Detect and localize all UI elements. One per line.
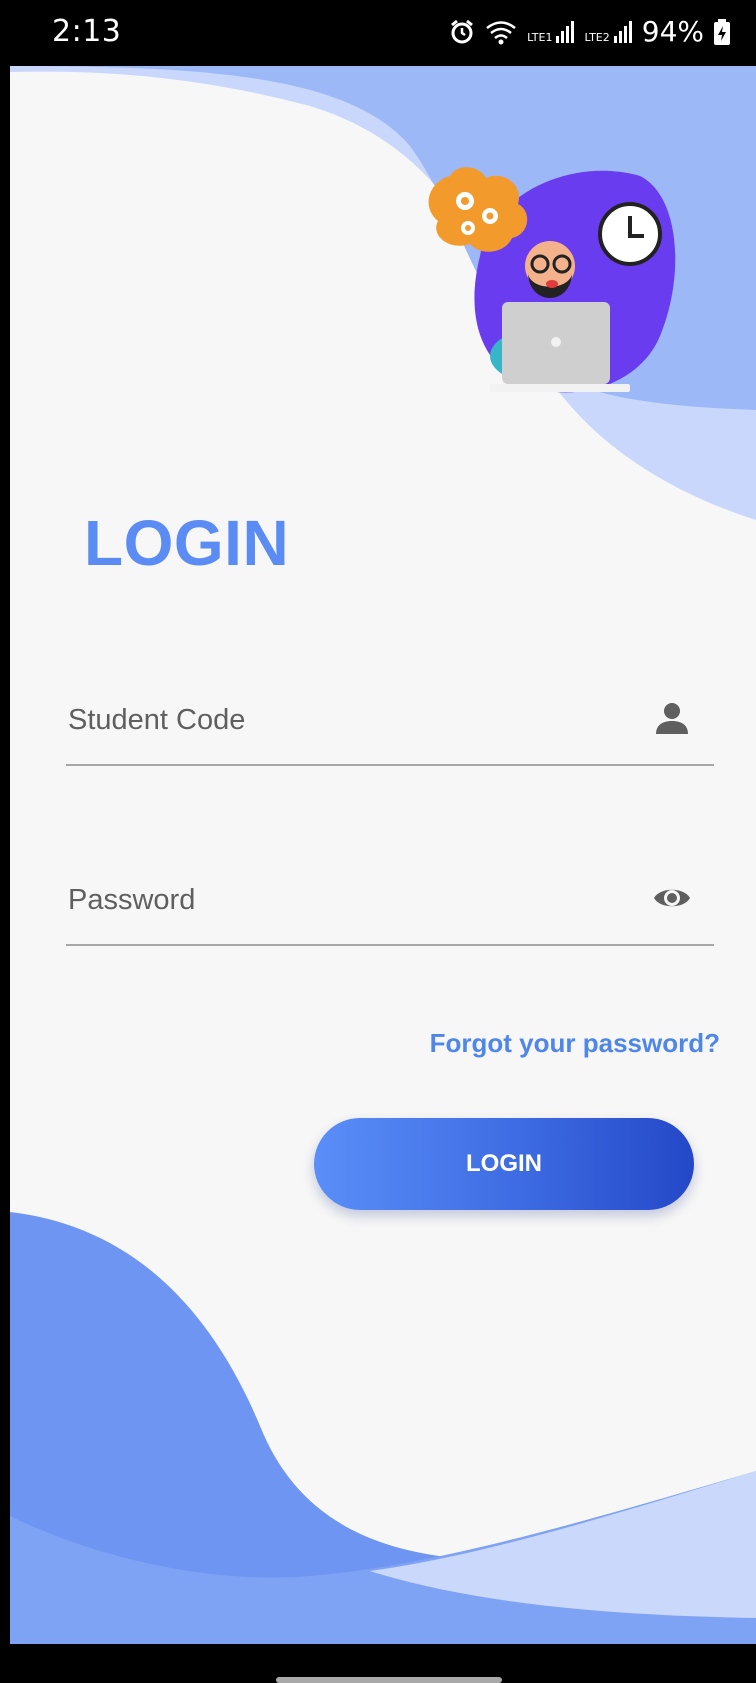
- clock-icon: [598, 202, 662, 266]
- status-time: 2:13: [52, 14, 122, 49]
- network-label: LTE1: [527, 31, 553, 44]
- forgot-password-link[interactable]: Forgot your password?: [430, 1028, 720, 1059]
- login-page: LOGIN Forgot your password? LOGIN: [10, 66, 756, 1644]
- network-lte2: LTE2: [584, 21, 632, 44]
- eye-icon[interactable]: [652, 878, 692, 918]
- student-code-field: [66, 686, 714, 766]
- page-title: LOGIN: [84, 507, 290, 579]
- person-icon: [656, 703, 688, 734]
- status-icons: LTE1 LTE2 94%: [449, 18, 730, 46]
- status-bar: 2:13 LTE1 LTE2 94%: [0, 0, 756, 66]
- network-label: LTE2: [584, 31, 610, 44]
- laptop: [490, 302, 630, 392]
- battery-charging-icon: [714, 19, 730, 45]
- signal-icon: [613, 21, 632, 43]
- password-input[interactable]: [66, 872, 626, 928]
- login-button[interactable]: LOGIN: [314, 1118, 694, 1210]
- password-field: [66, 866, 714, 946]
- home-handle[interactable]: [276, 1677, 502, 1683]
- signal-icon: [556, 21, 575, 43]
- login-screen: 2:13 LTE1 LTE2 94% LOGIN Student Code Fo…: [0, 0, 756, 1683]
- man-with-laptop-illustration: [428, 167, 676, 393]
- student-code-input[interactable]: [66, 692, 626, 748]
- battery-percent: 94%: [641, 15, 704, 48]
- navigation-bar: [0, 1644, 756, 1683]
- network-lte1: LTE1: [527, 21, 575, 44]
- alarm-icon: [451, 19, 474, 44]
- wifi-icon: [486, 21, 516, 45]
